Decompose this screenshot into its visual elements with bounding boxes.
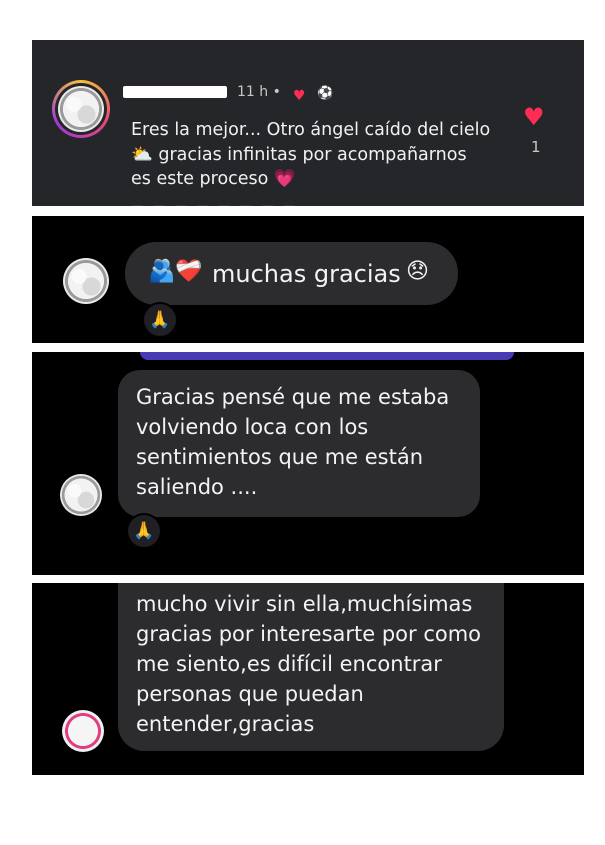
avatar[interactable] [63,258,109,304]
message-bubble[interactable]: 🫂❤️‍🩹 muchas gracias 😞 [125,242,458,305]
message-text: muchas gracias [212,260,401,288]
like-count: 1 [531,138,541,156]
comment-meta: 11 h • [237,84,281,100]
sad-face-emoji: 😞 [406,259,429,284]
message-text: Gracias pensé que me estaba volviendo lo… [136,385,450,499]
comment-text: Eres la mejor... Otro ángel caído del ci… [131,120,491,189]
avatar-story-ring[interactable] [52,80,110,138]
timestamp: 11 h [237,84,269,100]
avatar[interactable] [62,710,104,752]
pray-reaction-icon[interactable]: 🙏 [142,302,178,338]
avatar[interactable] [60,474,102,516]
message-text: mucho vivir sin ella,muchísimas gracias … [136,592,482,736]
heart-reaction-icon: ♥ [293,88,306,104]
redacted-username [123,86,227,98]
reaction-emoji-icon: ⚽ [317,86,334,101]
avatar [58,86,104,132]
cut-off-actions: ▬ ▬ ▬ ▬ ▬ ▬ ▬ ▬ [131,200,298,206]
pray-reaction-icon[interactable]: 🙏 [126,513,162,549]
meta-separator: • [272,84,281,100]
hug-heart-emoji: 🫂❤️‍🩹 [148,259,203,284]
purple-strip [140,352,514,360]
like-heart-icon[interactable]: ♥ [523,103,545,131]
message-bubble[interactable]: mucho vivir sin ella,muchísimas gracias … [118,583,504,751]
message-bubble[interactable]: Gracias pensé que me estaba volviendo lo… [118,370,480,517]
